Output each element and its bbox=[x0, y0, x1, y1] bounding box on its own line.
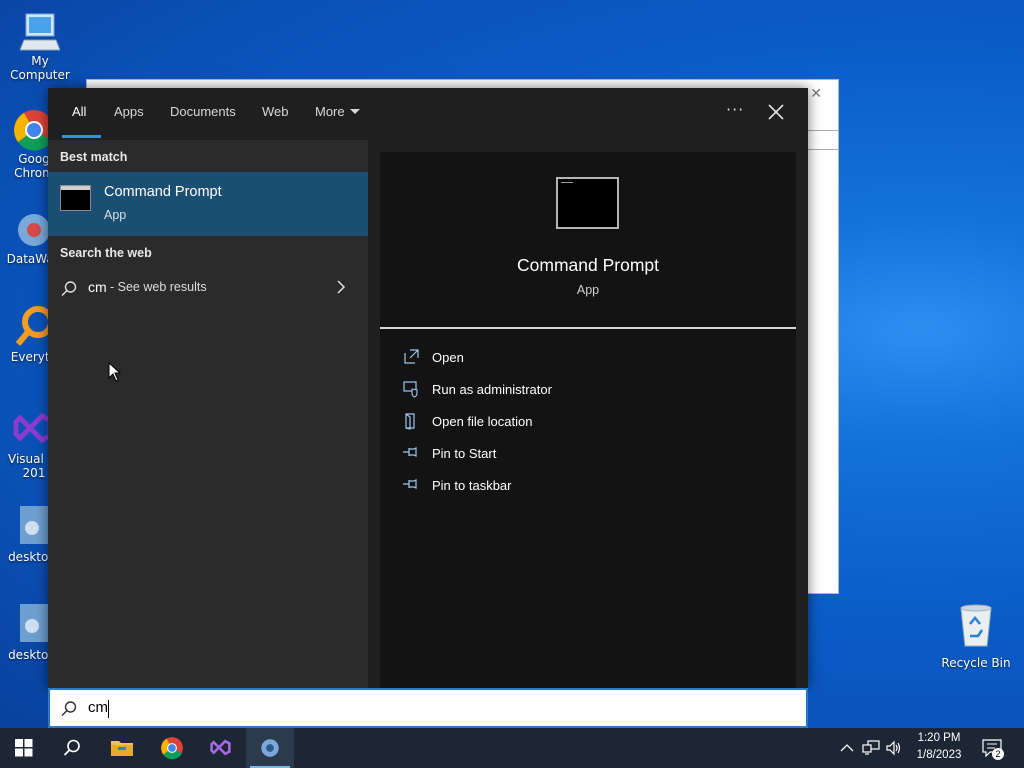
open-icon bbox=[404, 349, 419, 364]
preview-subtitle: App bbox=[576, 283, 600, 297]
windows-logo-icon bbox=[15, 739, 33, 757]
chrome-icon bbox=[161, 737, 183, 760]
action-pin-to-taskbar[interactable]: Pin to taskbar bbox=[402, 473, 782, 499]
web-suffix-text: - See web results bbox=[110, 280, 207, 294]
web-result-item[interactable]: cm - See web results bbox=[48, 272, 368, 304]
divider bbox=[380, 327, 796, 329]
notification-count-badge: 2 bbox=[992, 748, 1004, 760]
best-match-title: Command Prompt bbox=[104, 184, 222, 200]
text-caret bbox=[108, 700, 109, 718]
mouse-cursor-icon bbox=[108, 362, 122, 382]
start-button[interactable] bbox=[0, 728, 48, 768]
search-tabs: All Apps Documents Web More ··· bbox=[48, 88, 808, 140]
web-query-text: cm bbox=[88, 279, 107, 295]
tab-web[interactable]: Web bbox=[262, 104, 289, 119]
action-label: Open file location bbox=[432, 414, 533, 429]
taskbar-visual-studio[interactable] bbox=[197, 728, 245, 768]
action-label: Run as administrator bbox=[432, 382, 552, 397]
taskbar-search-button[interactable] bbox=[48, 728, 96, 768]
search-icon bbox=[63, 739, 80, 756]
desktop-icon-my-computer[interactable]: My Computer bbox=[2, 10, 78, 82]
search-web-heading: Search the web bbox=[60, 246, 152, 260]
desktop-icon-recycle-bin[interactable]: Recycle Bin bbox=[940, 602, 1012, 670]
network-icon[interactable] bbox=[862, 740, 880, 756]
close-icon[interactable] bbox=[766, 102, 786, 122]
tab-all[interactable]: All bbox=[72, 104, 86, 119]
clock-date[interactable]: 1/8/2023 bbox=[906, 749, 972, 761]
action-run-as-administrator[interactable]: Run as administrator bbox=[402, 377, 782, 403]
tab-more-label: More bbox=[315, 104, 345, 119]
action-open-file-location[interactable]: Open file location bbox=[402, 409, 782, 435]
tab-more[interactable]: More bbox=[315, 104, 360, 119]
start-search-panel: All Apps Documents Web More ··· Best mat… bbox=[48, 88, 808, 688]
tab-apps[interactable]: Apps bbox=[114, 104, 144, 119]
chevron-right-icon[interactable] bbox=[336, 280, 346, 294]
clock-time[interactable]: 1:20 PM bbox=[906, 732, 972, 744]
search-box[interactable]: cm bbox=[48, 688, 808, 728]
taskbar-file-explorer[interactable] bbox=[98, 728, 146, 768]
active-tab-indicator bbox=[62, 135, 101, 138]
preview-title: Command Prompt bbox=[517, 255, 659, 275]
chevron-down-icon bbox=[349, 109, 360, 114]
results-list: Best match Command Prompt App Search the… bbox=[48, 140, 368, 688]
action-label: Pin to Start bbox=[432, 446, 497, 461]
command-prompt-icon bbox=[60, 185, 91, 211]
visual-studio-icon bbox=[210, 739, 231, 756]
action-pin-to-start[interactable]: Pin to Start bbox=[402, 441, 782, 467]
taskbar-chrome[interactable] bbox=[148, 728, 196, 768]
action-open[interactable]: Open bbox=[402, 345, 782, 371]
search-input[interactable]: cm bbox=[88, 699, 108, 716]
taskbar-datawagon[interactable] bbox=[246, 728, 294, 768]
best-match-heading: Best match bbox=[60, 150, 128, 164]
search-icon bbox=[61, 701, 77, 716]
window-toolbar bbox=[807, 130, 839, 150]
recycle-bin-icon bbox=[960, 604, 992, 647]
desktop-icon-label: My Computer bbox=[10, 54, 70, 82]
shield-icon bbox=[403, 381, 418, 398]
command-prompt-icon bbox=[556, 177, 619, 229]
more-options-icon[interactable]: ··· bbox=[726, 100, 744, 119]
close-icon[interactable]: ✕ bbox=[810, 86, 822, 102]
best-match-item[interactable]: Command Prompt App bbox=[48, 172, 368, 236]
gear-icon bbox=[261, 739, 279, 757]
recycle-bin-label: Recycle Bin bbox=[941, 656, 1011, 670]
folder-icon bbox=[111, 741, 133, 756]
chevron-up-icon[interactable] bbox=[840, 743, 854, 753]
best-match-subtitle: App bbox=[104, 208, 127, 222]
action-label: Pin to taskbar bbox=[432, 478, 512, 493]
pin-icon bbox=[403, 447, 417, 457]
tab-documents[interactable]: Documents bbox=[170, 104, 236, 119]
search-icon bbox=[61, 281, 77, 296]
preview-pane: Command Prompt App Open Run as administr… bbox=[380, 152, 796, 688]
folder-file-icon bbox=[405, 413, 415, 430]
action-label: Open bbox=[432, 350, 464, 365]
taskbar: 1:20 PM 1/8/2023 bbox=[0, 728, 1024, 768]
volume-icon[interactable] bbox=[885, 740, 903, 756]
pin-icon bbox=[403, 479, 417, 489]
computer-icon bbox=[20, 13, 60, 51]
